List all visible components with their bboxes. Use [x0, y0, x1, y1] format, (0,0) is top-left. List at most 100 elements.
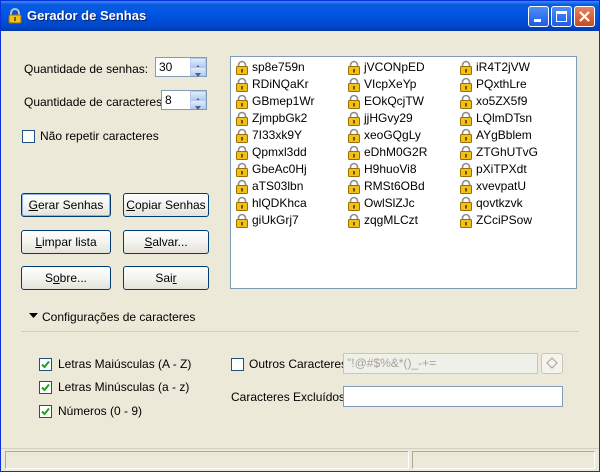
password-text: ZCciPSow — [476, 213, 533, 227]
close-button[interactable] — [574, 6, 595, 27]
list-item[interactable]: PQxthLre — [458, 76, 538, 93]
list-item[interactable]: ZjmpbGk2 — [234, 110, 314, 127]
list-item[interactable]: eDhM0G2R — [346, 144, 427, 161]
lock-icon — [348, 162, 360, 177]
config-divider — [21, 331, 579, 332]
lock-icon — [236, 128, 248, 143]
list-item[interactable]: qovtkzvk — [458, 195, 538, 212]
password-text: Qpmxl3dd — [252, 145, 307, 159]
password-text: ZjmpbGk2 — [252, 111, 308, 125]
list-item[interactable]: xo5ZX5f9 — [458, 93, 538, 110]
list-item[interactable]: hlQDKhca — [234, 195, 314, 212]
quantity-down-button[interactable] — [190, 67, 206, 77]
lock-icon — [348, 94, 360, 109]
lowercase-label: Letras Minúsculas (a - z) — [58, 380, 190, 394]
length-value: 8 — [165, 93, 172, 107]
copy-passwords-button[interactable]: Copiar Senhas — [123, 193, 209, 217]
numbers-label: Números (0 - 9) — [58, 404, 143, 418]
list-item[interactable]: iR4T2jVW — [458, 59, 538, 76]
list-item[interactable]: zqgMLCzt — [346, 212, 427, 229]
clear-list-button[interactable]: Limpar lista — [21, 230, 111, 254]
list-item[interactable]: EOkQcjTW — [346, 93, 427, 110]
window-title: Gerador de Senhas — [27, 8, 147, 23]
other-chars-picker-button[interactable] — [541, 353, 563, 374]
save-button[interactable]: Salvar... — [123, 230, 209, 254]
list-item[interactable]: jVCONpED — [346, 59, 427, 76]
list-item[interactable]: GbeAc0Hj — [234, 161, 314, 178]
status-bar — [1, 448, 599, 471]
about-button[interactable]: Sobre... — [21, 266, 111, 290]
lock-icon — [236, 145, 248, 160]
numbers-checkbox[interactable] — [39, 405, 52, 418]
length-up-button[interactable] — [190, 91, 206, 102]
length-label: Quantidade de caracteres: — [24, 95, 166, 109]
minimize-button[interactable] — [528, 6, 549, 27]
list-item[interactable]: LQlmDTsn — [458, 110, 538, 127]
app-window: Gerador de Senhas Quantidade de senhas: … — [0, 0, 600, 472]
password-text: GBmep1Wr — [252, 94, 315, 108]
lock-icon — [460, 128, 472, 143]
password-text: AYgBblem — [476, 128, 532, 142]
lock-app-icon — [7, 8, 23, 24]
list-item[interactable]: VIcpXeYp — [346, 76, 427, 93]
password-text: jVCONpED — [364, 60, 425, 74]
length-down-button[interactable] — [190, 100, 206, 110]
length-stepper[interactable]: 8 — [161, 90, 207, 110]
list-item[interactable]: giUkGrj7 — [234, 212, 314, 229]
password-text: RDiNQaKr — [252, 77, 309, 91]
list-item[interactable]: ZCciPSow — [458, 212, 538, 229]
lock-icon — [236, 94, 248, 109]
uppercase-checkbox[interactable] — [39, 358, 52, 371]
password-text: VIcpXeYp — [364, 77, 417, 91]
list-item[interactable]: AYgBblem — [458, 127, 538, 144]
list-item[interactable]: RDiNQaKr — [234, 76, 314, 93]
list-item[interactable]: pXiTPXdt — [458, 161, 538, 178]
maximize-button[interactable] — [551, 6, 572, 27]
password-text: qovtkzvk — [476, 196, 523, 210]
list-item[interactable]: ZTGhUTvG — [458, 144, 538, 161]
lock-icon — [348, 213, 360, 228]
status-panel-1 — [5, 451, 409, 469]
lock-icon — [460, 196, 472, 211]
password-text: iR4T2jVW — [476, 60, 531, 74]
list-item[interactable]: aTS03lbn — [234, 178, 314, 195]
lowercase-checkbox[interactable] — [39, 381, 52, 394]
generate-passwords-button[interactable]: Gerar Senhas — [21, 193, 111, 217]
password-text: H9huoVi8 — [364, 162, 417, 176]
uppercase-label: Letras Maiúsculas (A - Z) — [58, 357, 192, 371]
list-item[interactable]: RMSt6OBd — [346, 178, 427, 195]
lock-icon — [348, 60, 360, 75]
list-item[interactable]: xvevpatU — [458, 178, 538, 195]
lock-icon — [236, 179, 248, 194]
other-chars-checkbox[interactable] — [231, 358, 244, 371]
password-text: PQxthLre — [476, 77, 527, 91]
password-text: giUkGrj7 — [252, 213, 299, 227]
list-item[interactable]: 7I33xk9Y — [234, 127, 314, 144]
status-panel-2 — [412, 451, 595, 469]
list-item[interactable]: sp8e759n — [234, 59, 314, 76]
exit-button[interactable]: Sair — [123, 266, 209, 290]
maximize-icon — [556, 11, 567, 22]
password-list[interactable]: sp8e759n RDiNQaKr GBmep1Wr ZjmpbGk2 7I33xk9Y… — [230, 56, 577, 289]
password-text: pXiTPXdt — [476, 162, 527, 176]
checkmark-icon — [41, 407, 50, 416]
password-text: hlQDKhca — [252, 196, 307, 210]
other-chars-input[interactable]: "!@#$%&*()_-+= — [343, 353, 538, 374]
quantity-stepper[interactable]: 30 — [155, 57, 207, 77]
list-item[interactable]: OwlSlZJc — [346, 195, 427, 212]
list-item[interactable]: Qpmxl3dd — [234, 144, 314, 161]
title-bar[interactable]: Gerador de Senhas — [1, 1, 599, 31]
list-item[interactable]: jjHGvy29 — [346, 110, 427, 127]
password-column-1: sp8e759n RDiNQaKr GBmep1Wr ZjmpbGk2 7I33xk9Y… — [234, 59, 314, 229]
password-text: jjHGvy29 — [364, 111, 413, 125]
lock-icon — [460, 213, 472, 228]
list-item[interactable]: GBmep1Wr — [234, 93, 314, 110]
lock-icon — [460, 179, 472, 194]
list-item[interactable]: H9huoVi8 — [346, 161, 427, 178]
list-item[interactable]: xeoGQgLy — [346, 127, 427, 144]
lock-icon — [236, 162, 248, 177]
no-repeat-checkbox[interactable] — [22, 130, 35, 143]
excluded-chars-input[interactable] — [343, 386, 563, 407]
quantity-up-button[interactable] — [190, 58, 206, 69]
no-repeat-label: Não repetir caracteres — [40, 129, 159, 143]
